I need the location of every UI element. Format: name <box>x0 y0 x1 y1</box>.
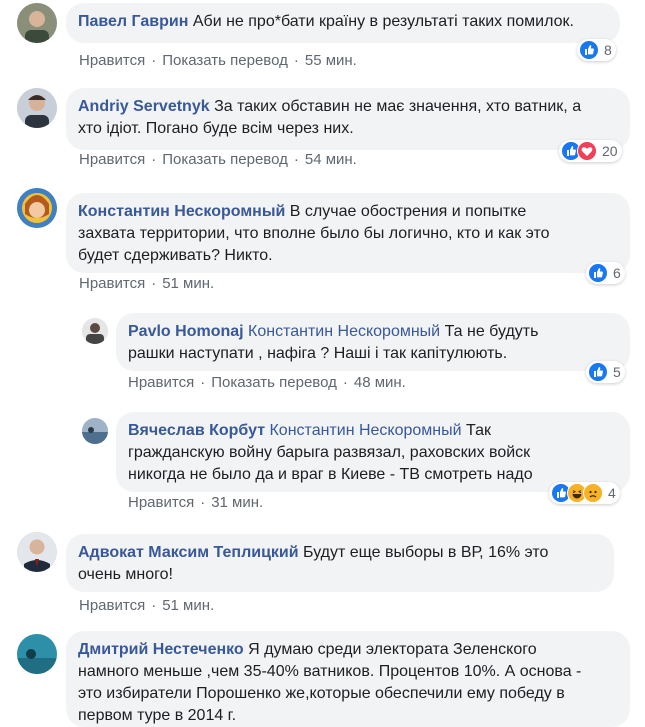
avatar[interactable] <box>82 318 108 344</box>
comment-text: первом туре в 2014 г. <box>78 707 237 724</box>
comment-text: За таких обставин не має значення, хто в… <box>214 98 582 115</box>
comment-text: рашки наступати , нафіга ? Наші і так ка… <box>128 345 508 362</box>
avatar[interactable] <box>17 634 57 674</box>
comment-text: это избиратели Порошенко же,которые обес… <box>78 685 565 702</box>
comment-text: Та не будуть <box>444 323 539 340</box>
timestamp-link[interactable]: 54 мин. <box>305 151 357 168</box>
avatar[interactable] <box>82 418 108 444</box>
comment-bubble: Адвокат Максим Теплицкий Будут еще выбор… <box>66 534 614 592</box>
reactions-badge[interactable]: 20 <box>559 140 622 162</box>
like-link[interactable]: Нравится <box>79 597 145 614</box>
translate-link[interactable]: Показать перевод <box>162 151 288 168</box>
comment-author-link[interactable]: Вячеслав Корбут <box>128 422 265 439</box>
avatar[interactable] <box>17 532 57 572</box>
reaction-count: 4 <box>608 485 616 501</box>
comment-text: Так <box>466 422 491 439</box>
comment-author-link[interactable]: Дмитрий Нестеченко <box>78 641 244 658</box>
like-icon <box>588 263 608 283</box>
timestamp-link[interactable]: 55 мин. <box>305 52 357 69</box>
comment-text: будет сдерживать? Никто. <box>78 247 273 264</box>
timestamp-link[interactable]: 51 мин. <box>162 597 214 614</box>
comment-text: хто ідіот. Погано буде всім через них. <box>78 120 354 137</box>
reaction-count: 6 <box>613 265 621 281</box>
comment-author-link[interactable]: Адвокат Максим Теплицкий <box>78 544 299 561</box>
comment-author-link[interactable]: Andriy Servetnyk <box>78 98 210 115</box>
comment-text: захвата территории, что вполне было бы л… <box>78 225 550 242</box>
comment-author-link[interactable]: Pavlo Homonaj <box>128 323 244 340</box>
like-icon <box>588 362 608 382</box>
comment-text: никогда не было да и враг в Киеве - ТВ с… <box>128 466 533 483</box>
reactions-badge[interactable]: 8 <box>577 39 616 61</box>
like-icon <box>579 40 599 60</box>
mention-link[interactable]: Константин Нескоромный <box>248 323 440 340</box>
comment-bubble: Andriy Servetnyk За таких обставин не ма… <box>66 88 630 150</box>
like-link[interactable]: Нравится <box>128 374 194 391</box>
comment-author-link[interactable]: Константин Нескоромный <box>78 203 285 220</box>
comment-bubble: Константин Нескоромный В случае обострен… <box>66 193 630 273</box>
mention-link[interactable]: Константин Нескоромный <box>269 422 461 439</box>
comment-text: Аби не про*бати країну в результаті таки… <box>192 13 574 30</box>
timestamp-link[interactable]: 31 мин. <box>211 494 263 511</box>
comment-actions: Нравится · Показать перевод · 48 мин. <box>128 374 406 391</box>
like-link[interactable]: Нравится <box>128 494 194 511</box>
comment-actions: Нравится · Показать перевод · 54 мин. <box>79 151 357 168</box>
reaction-count: 8 <box>604 42 612 58</box>
comment-actions: Нравится · 51 мин. <box>79 275 215 292</box>
love-icon <box>577 141 597 161</box>
comment-text: очень много! <box>78 566 173 583</box>
comment-bubble: Pavlo Homonaj Константин Нескоромный Та … <box>116 313 630 371</box>
comment-text: Будут еще выборы в ВР, 16% это <box>303 544 549 561</box>
avatar[interactable] <box>17 188 57 228</box>
comment-bubble: Вячеслав Корбут Константин Нескоромный Т… <box>116 412 630 492</box>
reactions-badge[interactable]: 6 <box>586 262 625 284</box>
reactions-badge[interactable]: 5 <box>586 361 625 383</box>
translate-link[interactable]: Показать перевод <box>211 374 337 391</box>
like-link[interactable]: Нравится <box>79 52 145 69</box>
reactions-badge[interactable]: 4 <box>549 482 620 504</box>
like-link[interactable]: Нравится <box>79 275 145 292</box>
timestamp-link[interactable]: 51 мин. <box>162 275 214 292</box>
like-link[interactable]: Нравится <box>79 151 145 168</box>
sad-icon <box>583 483 603 503</box>
comment-text: гражданскую войну барыга развязал, рахов… <box>128 444 531 461</box>
timestamp-link[interactable]: 48 мин. <box>354 374 406 391</box>
comment-text: Я думаю среди электората Зеленского <box>248 641 537 658</box>
reaction-count: 5 <box>613 364 621 380</box>
avatar[interactable] <box>17 88 57 128</box>
avatar[interactable] <box>17 3 57 43</box>
comment-actions: Нравится · 31 мин. <box>128 494 264 511</box>
translate-link[interactable]: Показать перевод <box>162 52 288 69</box>
comment-actions: Нравится · 51 мин. <box>79 597 215 614</box>
comment-text: намного меньше ,чем 35-40% ватников. Про… <box>78 663 582 680</box>
comment-bubble: Павел Гаврин Аби не про*бати країну в ре… <box>66 3 620 43</box>
reaction-count: 20 <box>602 143 618 159</box>
comment-actions: Нравится · Показать перевод · 55 мин. <box>79 52 357 69</box>
comment-text: В случае обострения и попытке <box>289 203 527 220</box>
comment-bubble: Дмитрий Нестеченко Я думаю среди электор… <box>66 631 630 727</box>
comment-author-link[interactable]: Павел Гаврин <box>78 13 188 30</box>
